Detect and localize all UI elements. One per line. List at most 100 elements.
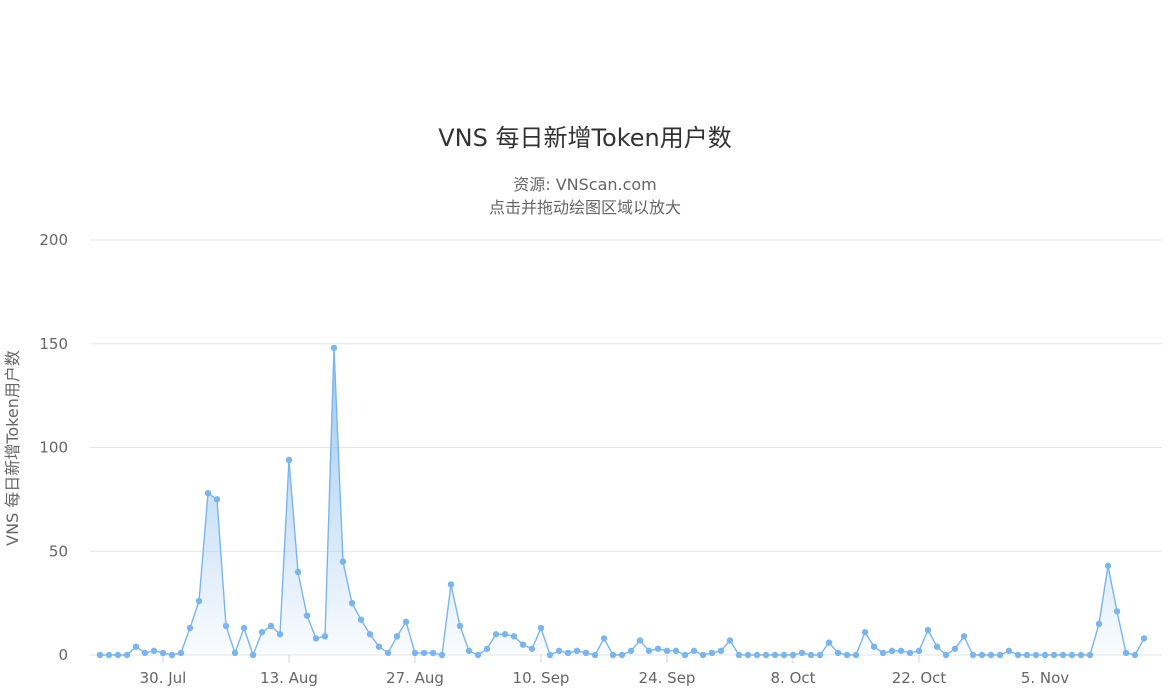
data-point[interactable] — [96, 651, 104, 659]
data-point[interactable] — [789, 651, 797, 659]
data-point[interactable] — [222, 622, 230, 630]
data-point[interactable] — [213, 496, 221, 503]
data-point[interactable] — [897, 647, 905, 655]
data-point[interactable] — [672, 647, 680, 655]
data-point[interactable] — [915, 647, 923, 655]
data-point[interactable] — [771, 651, 779, 659]
data-point[interactable] — [510, 633, 518, 640]
data-point[interactable] — [951, 645, 959, 652]
data-point[interactable] — [1005, 647, 1013, 655]
data-point[interactable] — [321, 633, 329, 640]
data-point[interactable] — [303, 612, 311, 619]
data-point[interactable] — [861, 628, 869, 636]
data-point[interactable] — [1113, 608, 1121, 615]
data-point[interactable] — [528, 645, 536, 652]
data-point[interactable] — [393, 633, 401, 640]
data-point[interactable] — [798, 649, 806, 657]
data-point[interactable] — [402, 618, 410, 625]
data-point[interactable] — [654, 645, 662, 652]
data-point[interactable] — [357, 616, 365, 623]
data-point[interactable] — [501, 631, 509, 638]
data-point[interactable] — [879, 649, 887, 657]
data-point[interactable] — [339, 558, 347, 565]
data-point[interactable] — [663, 647, 671, 655]
data-point[interactable] — [330, 344, 338, 352]
data-point[interactable] — [645, 647, 653, 655]
data-point[interactable] — [555, 647, 563, 655]
data-point[interactable] — [465, 647, 473, 655]
data-point[interactable] — [843, 651, 851, 659]
data-point[interactable] — [987, 651, 995, 659]
data-point[interactable] — [1059, 651, 1067, 659]
data-point[interactable] — [1140, 635, 1148, 642]
data-point[interactable] — [204, 489, 212, 497]
data-point[interactable] — [492, 631, 500, 638]
data-point[interactable] — [582, 649, 590, 657]
data-point[interactable] — [564, 649, 572, 657]
data-point[interactable] — [456, 622, 464, 630]
data-point[interactable] — [825, 639, 833, 646]
data-point[interactable] — [933, 643, 941, 650]
data-point[interactable] — [141, 649, 149, 657]
data-point[interactable] — [375, 643, 383, 650]
data-point[interactable] — [249, 651, 257, 659]
data-point[interactable] — [267, 622, 275, 630]
data-point[interactable] — [618, 651, 626, 659]
data-point[interactable] — [546, 651, 554, 659]
data-point[interactable] — [429, 649, 437, 657]
data-point[interactable] — [294, 568, 302, 576]
data-point[interactable] — [1077, 651, 1085, 659]
data-point[interactable] — [834, 649, 842, 657]
data-point[interactable] — [1068, 651, 1076, 659]
data-point[interactable] — [105, 651, 113, 659]
data-point[interactable] — [978, 651, 986, 659]
data-point[interactable] — [744, 651, 752, 659]
data-point[interactable] — [537, 624, 545, 632]
data-point[interactable] — [780, 651, 788, 659]
data-point[interactable] — [411, 649, 419, 657]
data-point[interactable] — [627, 647, 635, 655]
data-point[interactable] — [1032, 651, 1040, 659]
data-point[interactable] — [132, 643, 140, 650]
data-point[interactable] — [240, 624, 248, 632]
data-point[interactable] — [474, 651, 482, 659]
data-point[interactable] — [906, 649, 914, 657]
data-point[interactable] — [924, 626, 932, 634]
data-point[interactable] — [1050, 651, 1058, 659]
data-point[interactable] — [888, 647, 896, 655]
data-point[interactable] — [1014, 651, 1022, 659]
chart-area[interactable]: 0 50 100 150 200 30. Jul 13. Aug 27. Aug 10. Se… — [0, 0, 1170, 690]
data-point[interactable] — [384, 649, 392, 657]
data-point[interactable] — [276, 631, 284, 638]
data-point[interactable] — [123, 651, 131, 659]
data-point[interactable] — [726, 637, 734, 644]
data-point[interactable] — [1086, 651, 1094, 659]
data-point[interactable] — [438, 651, 446, 659]
data-point[interactable] — [447, 581, 455, 588]
data-point[interactable] — [258, 628, 266, 636]
data-point[interactable] — [762, 651, 770, 659]
data-point[interactable] — [195, 597, 203, 605]
data-point[interactable] — [609, 651, 617, 659]
data-point[interactable] — [1104, 562, 1112, 569]
data-point[interactable] — [168, 651, 176, 659]
data-point[interactable] — [708, 649, 716, 657]
data-point[interactable] — [870, 643, 878, 650]
data-point[interactable] — [159, 649, 167, 657]
data-point[interactable] — [960, 633, 968, 640]
data-point[interactable] — [753, 651, 761, 659]
data-point[interactable] — [312, 635, 320, 642]
data-point[interactable] — [996, 651, 1004, 659]
data-point[interactable] — [420, 649, 428, 657]
data-point[interactable] — [177, 649, 185, 657]
data-point[interactable] — [681, 651, 689, 659]
data-point[interactable] — [690, 647, 698, 655]
data-point[interactable] — [186, 624, 194, 632]
data-point[interactable] — [735, 651, 743, 659]
data-point[interactable] — [969, 651, 977, 659]
data-point[interactable] — [717, 647, 725, 655]
data-point[interactable] — [519, 641, 527, 648]
data-point[interactable] — [591, 651, 599, 659]
data-point[interactable] — [285, 456, 293, 464]
data-point[interactable] — [1095, 620, 1103, 628]
